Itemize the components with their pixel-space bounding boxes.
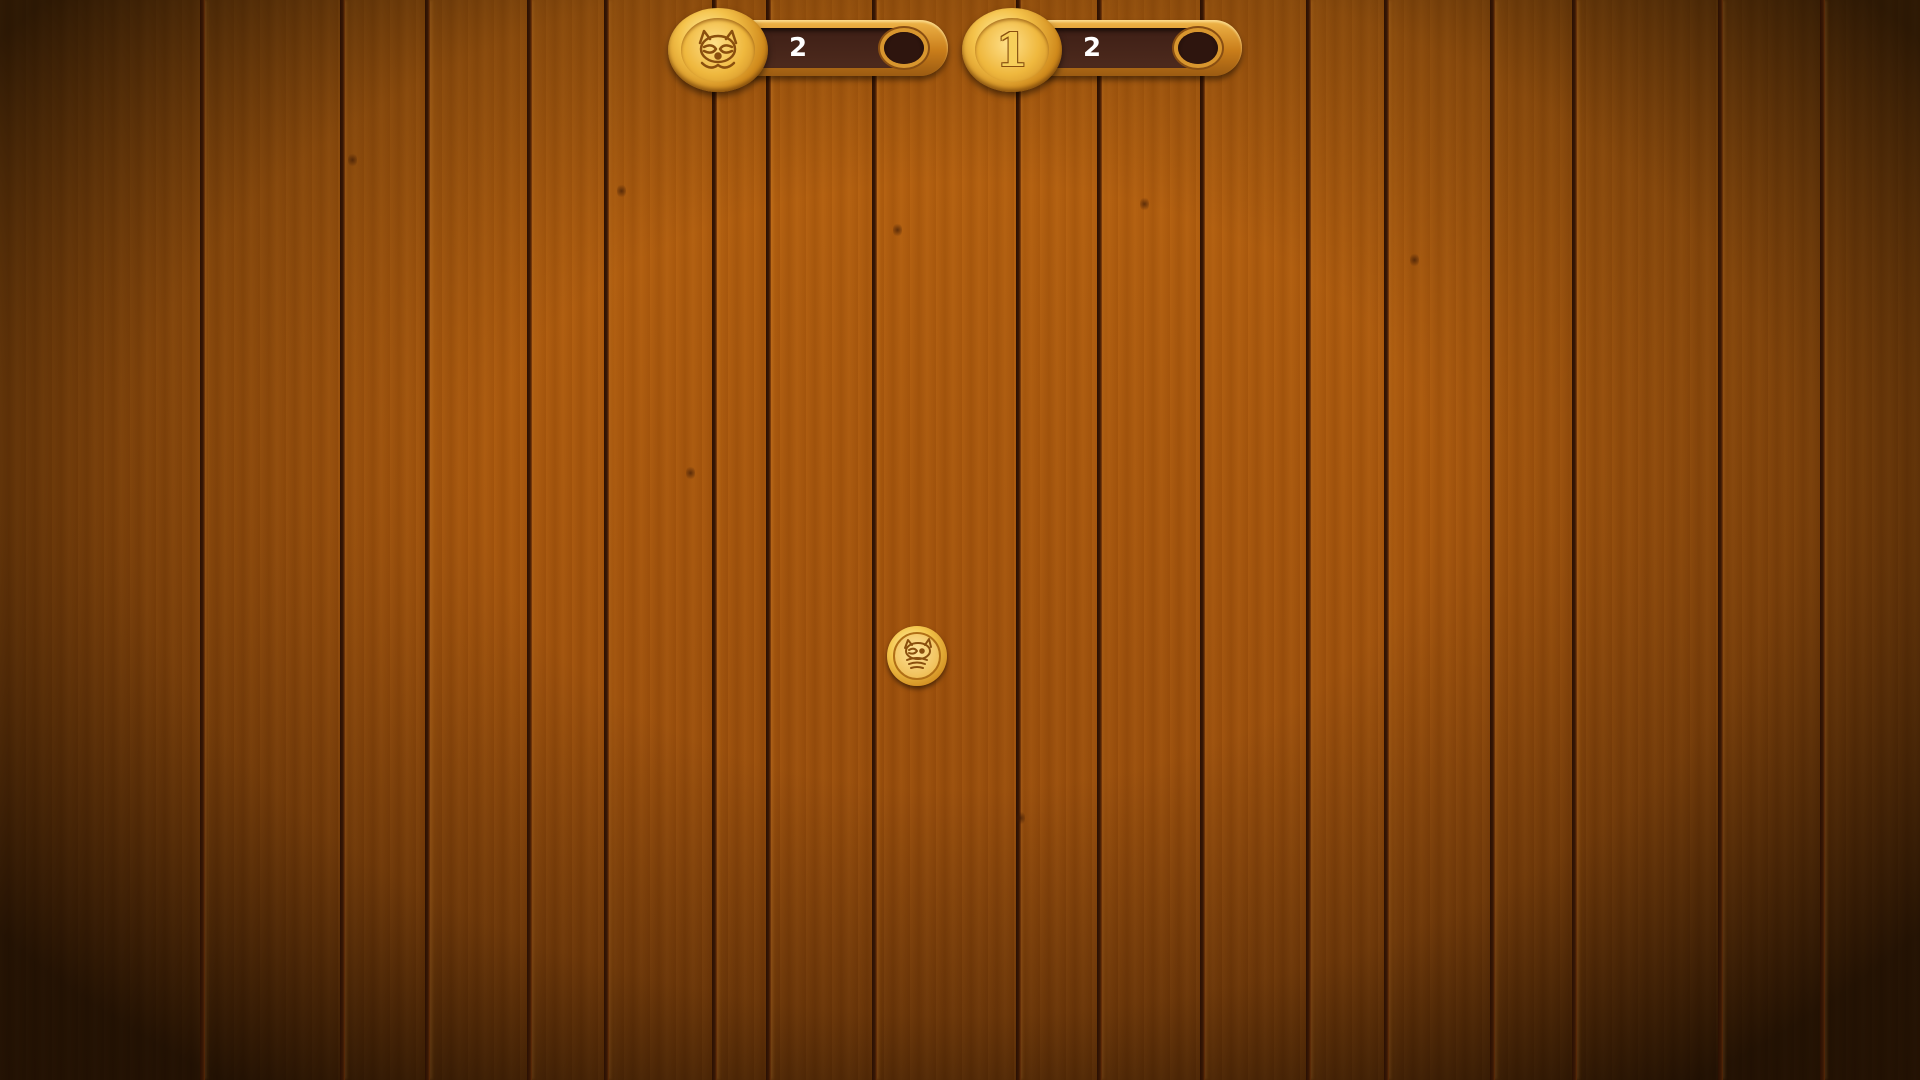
coin-number-glyph: 1: [995, 23, 1028, 77]
raccoon-icon: [698, 29, 738, 69]
plank-seam: [1097, 0, 1102, 1080]
plank-seam: [1718, 0, 1723, 1080]
counter-slot: [884, 32, 924, 64]
plank-seam: [1820, 0, 1825, 1080]
wood-knot: [1410, 252, 1419, 268]
plank-seam: [1200, 0, 1205, 1080]
plank-seam: [604, 0, 609, 1080]
wood-knot: [1016, 810, 1025, 826]
plank-seam: [425, 0, 430, 1080]
plank-seam: [200, 0, 205, 1080]
raccoon-coin-icon: [893, 632, 941, 680]
plank-seam: [872, 0, 877, 1080]
one-coin-face: 1: [975, 18, 1049, 82]
wood-knot: [686, 465, 695, 481]
one-coin-icon: 1: [962, 8, 1062, 92]
plank-seam: [712, 0, 717, 1080]
wooden-table-background: [0, 0, 1920, 1080]
counter-slot: [1178, 32, 1218, 64]
raccoon-coin-counter: 2: [668, 8, 958, 92]
wood-knot: [1140, 196, 1149, 212]
raccoon-coin-icon: [668, 8, 768, 92]
plank-seam: [527, 0, 532, 1080]
wood-knot: [893, 222, 902, 238]
plank-seam: [1306, 0, 1311, 1080]
wood-knot: [617, 183, 626, 199]
plank-seam: [766, 0, 771, 1080]
plank-seam: [1490, 0, 1495, 1080]
plank-seam: [1384, 0, 1389, 1080]
raccoon-icon: [904, 638, 932, 669]
wood-knot: [348, 152, 357, 168]
plank-seam: [1572, 0, 1577, 1080]
plank-seam: [340, 0, 345, 1080]
raccoon-coin-face: [681, 18, 755, 82]
raccoon-coin-pickup[interactable]: [887, 626, 947, 686]
plank-seam: [1016, 0, 1021, 1080]
coin-counter: 2 1: [962, 8, 1252, 92]
